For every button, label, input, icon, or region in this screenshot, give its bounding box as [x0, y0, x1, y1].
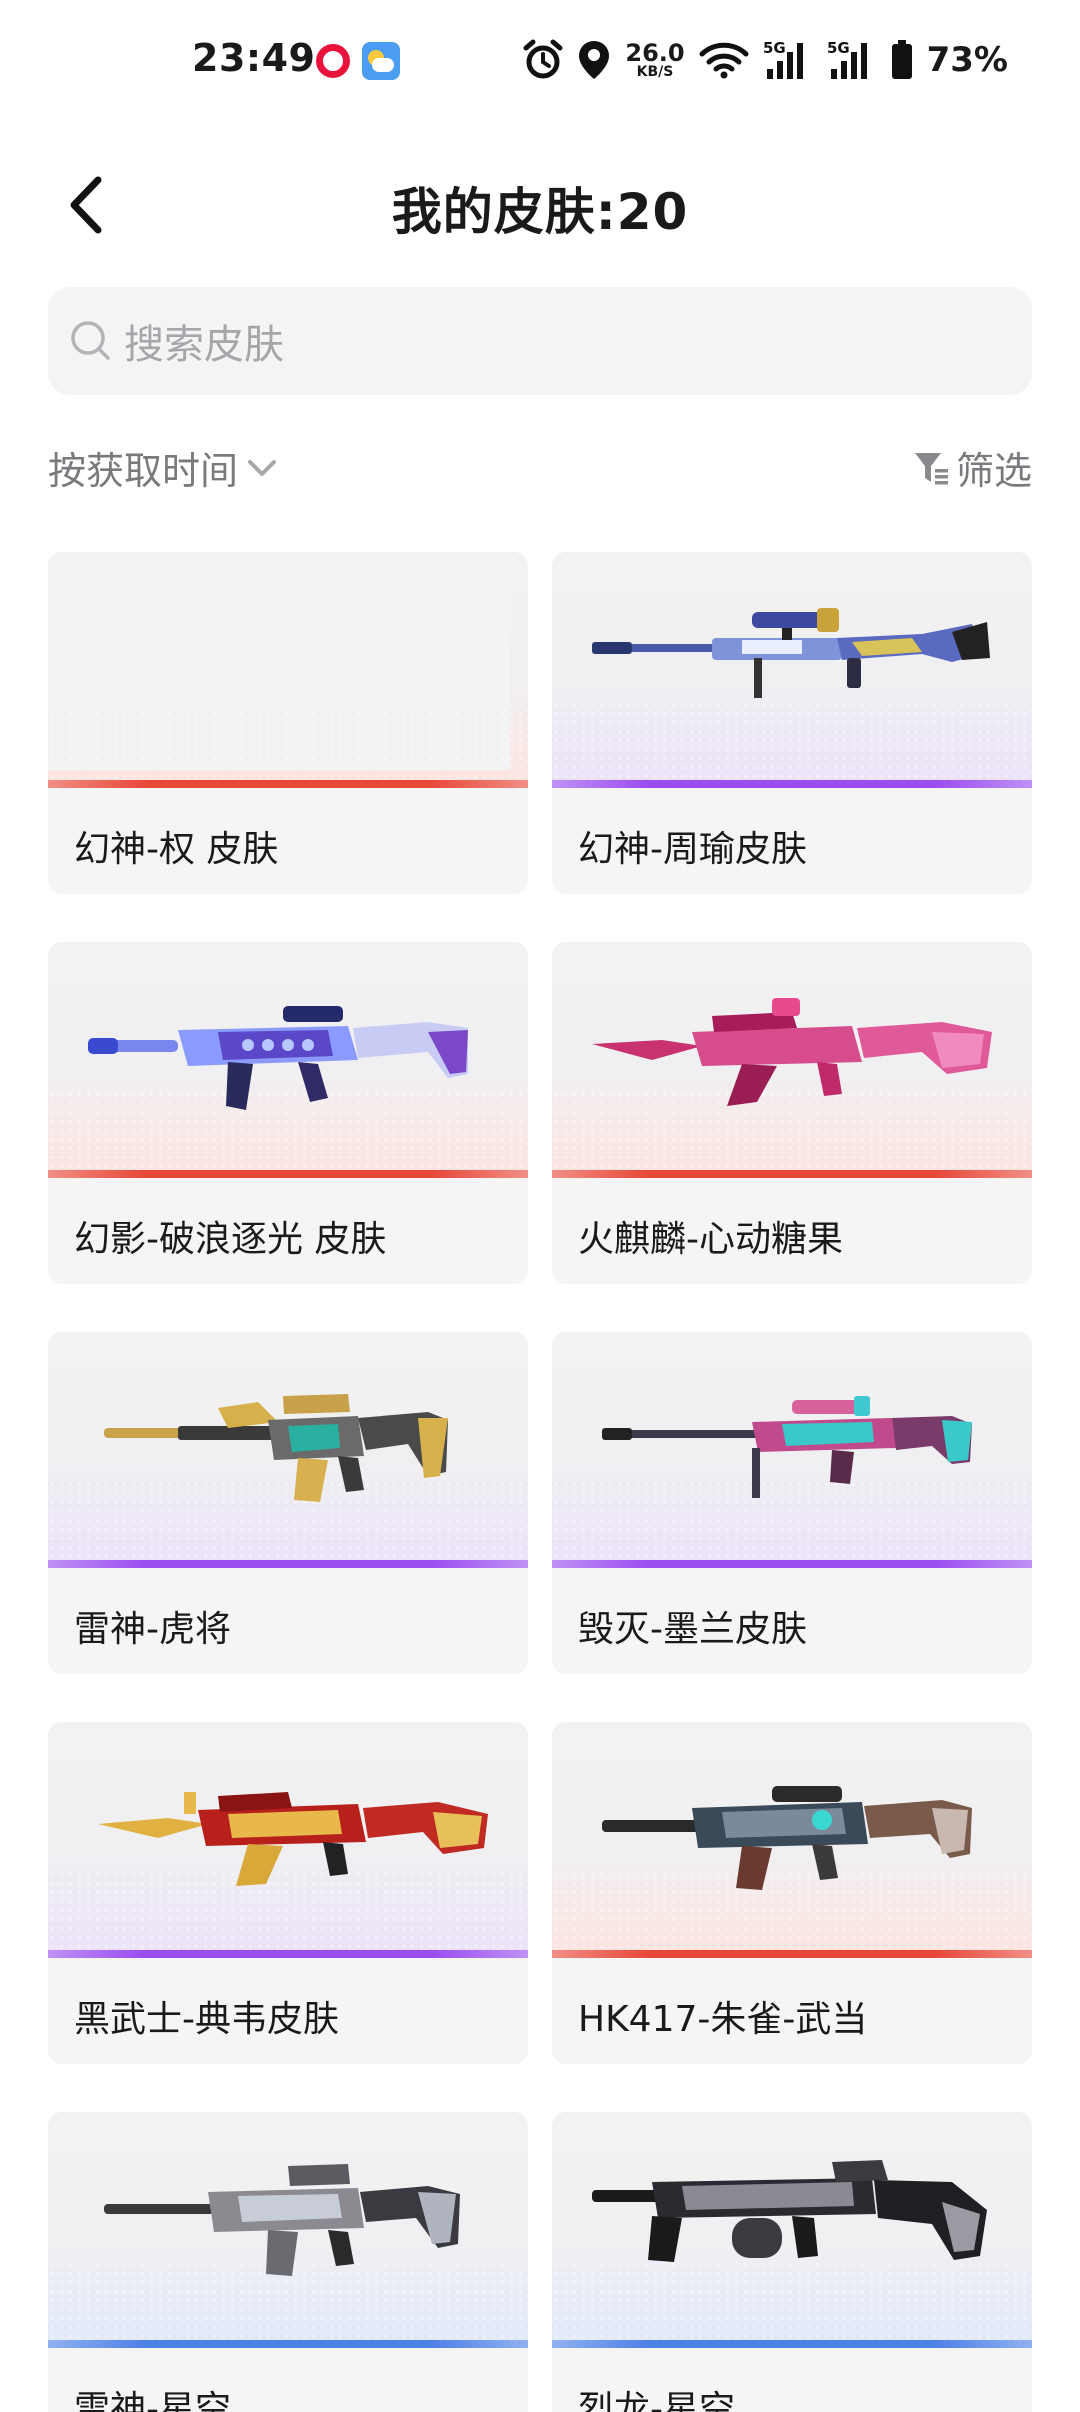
- network-speed: 26.0 KB/S: [625, 41, 684, 79]
- page-title: 我的皮肤:20: [391, 183, 689, 241]
- rarity-bar: [48, 2340, 528, 2348]
- skin-name: 黑武士-典韦皮肤: [74, 1999, 339, 2040]
- sort-filter-bar: 按获取时间 筛选: [48, 440, 1032, 510]
- rarity-bar: [48, 780, 528, 788]
- skin-name: 毁灭-墨兰皮肤: [578, 1609, 807, 1650]
- alarm-icon: [523, 39, 563, 79]
- search-input[interactable]: 搜索皮肤: [48, 287, 1032, 395]
- skin-card[interactable]: 毁灭-墨兰皮肤: [552, 1332, 1032, 1674]
- rarity-bar: [48, 1560, 528, 1568]
- skin-card[interactable]: 雷神-虎将: [48, 1332, 528, 1674]
- skin-card[interactable]: 幻影-破浪逐光 皮肤: [48, 942, 528, 1284]
- assault-rifle-image: [88, 1006, 468, 1110]
- rarity-bar: [552, 1560, 1032, 1568]
- status-bar: 23:49 26.0 KB/S 5G 5G 73%: [0, 0, 1080, 120]
- skin-name: 幻神-权 皮肤: [74, 829, 279, 870]
- skin-image: [48, 1332, 528, 1568]
- ak-rifle-image: [592, 998, 992, 1106]
- filter-button[interactable]: 筛选: [912, 440, 1032, 495]
- skin-image: [552, 552, 1032, 788]
- ak-rifle-image: [98, 1792, 488, 1886]
- battle-rifle-image: [602, 1786, 972, 1890]
- rarity-bar: [48, 1170, 528, 1178]
- sort-label: 按获取时间: [48, 449, 239, 493]
- network-speed-value: 26.0: [625, 39, 685, 67]
- rarity-bar: [552, 780, 1032, 788]
- battery-percent: 73%: [926, 40, 1008, 80]
- weather-app-notification-icon: [362, 42, 400, 80]
- signal1-label: 5G: [763, 39, 786, 57]
- network-speed-unit: KB/S: [636, 64, 674, 80]
- cellular-signal-icon-2: 5G: [827, 39, 867, 79]
- search-placeholder: 搜索皮肤: [124, 322, 284, 368]
- skin-card[interactable]: 火麒麟-心动糖果: [552, 942, 1032, 1284]
- skin-card[interactable]: 雷神-星空: [48, 2112, 528, 2412]
- smg-image: [592, 2160, 987, 2262]
- skin-card[interactable]: 幻神-周瑜皮肤: [552, 552, 1032, 894]
- m4-rifle-image: [104, 1394, 448, 1502]
- status-icons: 26.0 KB/S 5G 5G 73%: [523, 34, 1008, 86]
- skin-image: [552, 942, 1032, 1178]
- filter-icon: [914, 452, 948, 484]
- skin-name: 烈龙-星空: [578, 2389, 735, 2412]
- skin-card[interactable]: 烈龙-星空: [552, 2112, 1032, 2412]
- skin-grid: 幻神-权 皮肤 幻神-周瑜皮肤 幻影-破浪逐光 皮肤 火麒麟-心动糖果 雷神-虎…: [48, 552, 1032, 2412]
- sniper-rifle-image: [602, 1396, 972, 1498]
- filter-label: 筛选: [955, 449, 1032, 493]
- chevron-down-icon: [248, 459, 277, 476]
- rarity-bar: [552, 1950, 1032, 1958]
- search-icon: [71, 321, 110, 360]
- rarity-bar: [48, 1950, 528, 1958]
- rarity-bar: [552, 2340, 1032, 2348]
- location-icon: [579, 41, 610, 79]
- rarity-bar: [552, 1170, 1032, 1178]
- cellular-signal-icon: 5G: [763, 39, 803, 79]
- skin-image: [48, 2112, 528, 2348]
- music-app-notification-icon: [316, 44, 350, 78]
- signal2-label: 5G: [827, 39, 850, 57]
- skin-name: HK417-朱雀-武当: [578, 1999, 868, 2040]
- skin-image-placeholder: [48, 552, 528, 788]
- skin-image: [48, 942, 528, 1178]
- skin-name: 幻影-破浪逐光 皮肤: [74, 1219, 387, 1260]
- header: 我的皮肤:20: [0, 150, 1080, 260]
- sort-dropdown[interactable]: 按获取时间: [48, 440, 280, 495]
- m4-rifle-image: [104, 2164, 460, 2276]
- skin-name: 火麒麟-心动糖果: [578, 1219, 843, 1260]
- skin-image: [552, 2112, 1032, 2348]
- wifi-icon: [699, 42, 749, 79]
- skin-card[interactable]: HK417-朱雀-武当: [552, 1722, 1032, 2064]
- skin-image: [48, 1722, 528, 1958]
- skin-card[interactable]: 黑武士-典韦皮肤: [48, 1722, 528, 2064]
- battery-icon: [891, 40, 912, 79]
- skin-name: 雷神-虎将: [74, 1609, 231, 1650]
- skin-image: [552, 1722, 1032, 1958]
- sniper-rifle-image: [592, 608, 990, 698]
- skin-image: [552, 1332, 1032, 1568]
- skin-name: 幻神-周瑜皮肤: [578, 829, 807, 870]
- skin-card[interactable]: 幻神-权 皮肤: [48, 552, 528, 894]
- skin-name: 雷神-星空: [74, 2389, 231, 2412]
- status-time: 23:49: [192, 36, 316, 80]
